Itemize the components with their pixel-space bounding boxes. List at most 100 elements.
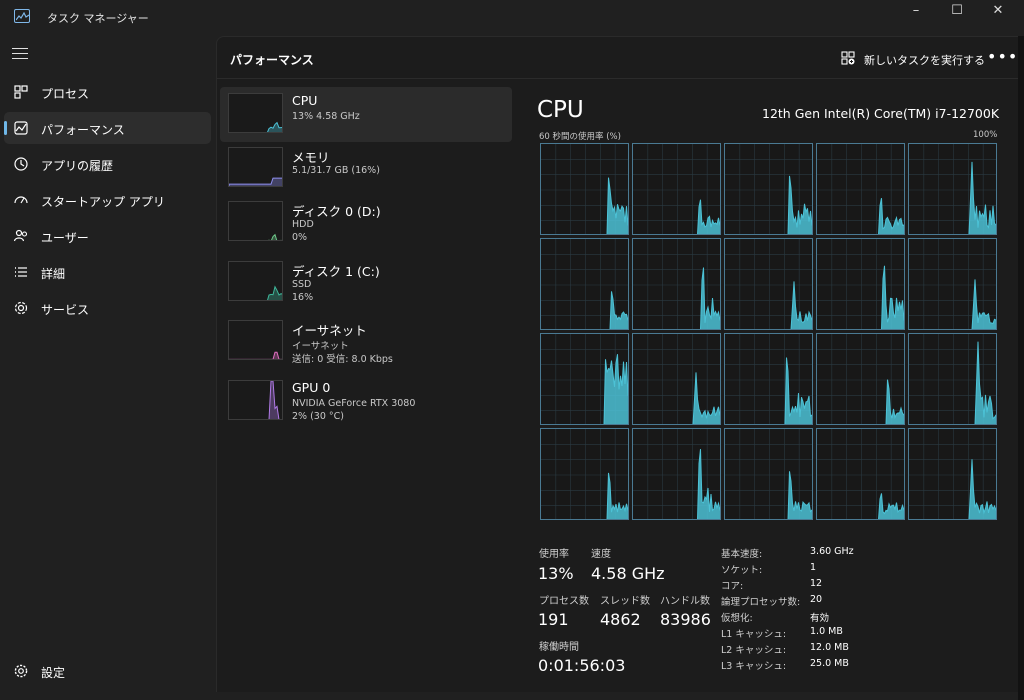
logical-processor-graph xyxy=(632,143,721,235)
usage-trace xyxy=(268,233,282,240)
sidebar-item-label: 詳細 xyxy=(41,267,66,281)
more-options-button[interactable]: ••• xyxy=(987,47,1018,66)
core-usage-graph xyxy=(909,429,996,519)
title-bar: タスク マネージャー – ☐ ✕ xyxy=(0,0,1024,36)
core-usage-graph xyxy=(633,239,720,329)
services-icon xyxy=(14,301,28,315)
usage-value: 13% xyxy=(538,564,574,583)
resource-name: ディスク 1 (C:) xyxy=(292,264,380,279)
usage-trace xyxy=(268,381,280,419)
sidebar-item-label: ユーザー xyxy=(41,231,89,245)
settings-label: 設定 xyxy=(41,666,66,680)
disk0-mini-graph xyxy=(268,233,282,240)
usage-trace xyxy=(784,357,812,424)
logical-processor-graph xyxy=(724,428,813,520)
sidebar-item-services[interactable]: サービス xyxy=(4,292,211,324)
app-history-icon xyxy=(14,157,28,171)
resource-item-cpu[interactable]: CPU 13% 4.58 GHz xyxy=(220,87,512,142)
sidebar-item-label: スタートアップ アプリ xyxy=(41,195,165,209)
logical-processor-graph xyxy=(724,238,813,330)
resource-item-memory[interactable]: メモリ 5.1/31.7 GB (16%) xyxy=(220,141,512,196)
resource-thumbnail-graph xyxy=(228,380,283,420)
main-header: パフォーマンス 新しいタスクを実行する ••• xyxy=(217,37,1019,79)
core-usage-graph xyxy=(817,239,904,329)
sidebar-item-startup-apps[interactable]: スタートアップ アプリ xyxy=(4,184,211,216)
core-usage-graph xyxy=(725,334,812,424)
sidebar-item-settings[interactable]: 設定 xyxy=(4,655,220,687)
usage-trace xyxy=(971,279,996,329)
resource-name: CPU xyxy=(292,93,318,108)
close-button[interactable]: ✕ xyxy=(976,0,1020,32)
cpu-model-name: 12th Gen Intel(R) Core(TM) i7-12700K xyxy=(762,106,1000,121)
core-usage-graph xyxy=(817,429,904,519)
sidebar-item-details[interactable]: 詳細 xyxy=(4,256,211,288)
spec-value-l2-cache: 12.0 MB xyxy=(810,642,849,653)
logical-processor-graph xyxy=(816,143,905,235)
resource-item-gpu0[interactable]: GPU 0 NVIDIA GeForce RTX 3080 2% (30 °C) xyxy=(220,374,512,429)
logical-processor-graph xyxy=(908,333,997,425)
resource-usage: 2% (30 °C) xyxy=(292,411,344,422)
usage-trace xyxy=(697,199,720,234)
sidebar-item-users[interactable]: ユーザー xyxy=(4,220,211,252)
usage-trace xyxy=(267,121,282,132)
core-usage-graph xyxy=(909,144,996,234)
usage-trace xyxy=(974,341,996,424)
logical-processor-graph xyxy=(632,333,721,425)
usage-trace xyxy=(229,351,282,359)
processes-icon xyxy=(14,85,28,99)
hamburger-menu-icon[interactable] xyxy=(12,48,28,64)
detail-title: CPU xyxy=(537,97,584,123)
resource-name: メモリ xyxy=(292,150,330,165)
sidebar-item-performance[interactable]: パフォーマンス xyxy=(4,112,211,144)
resource-thumbnail-graph xyxy=(228,201,283,241)
sidebar: プロセス パフォーマンス アプリの履歴 スタートアップ アプリ ユーザー 詳細 … xyxy=(0,36,216,700)
logical-processor-graph xyxy=(632,238,721,330)
run-task-label: 新しいタスクを実行する xyxy=(864,54,985,67)
core-usage-graph xyxy=(909,334,996,424)
sidebar-item-processes[interactable]: プロセス xyxy=(4,76,211,108)
speed-value: 4.58 GHz xyxy=(591,564,665,583)
startup-icon xyxy=(14,196,28,204)
usage-trace xyxy=(609,291,628,329)
ethernet-mini-graph xyxy=(229,351,282,359)
core-usage-graph xyxy=(633,334,720,424)
sidebar-item-label: プロセス xyxy=(41,87,90,101)
task-manager-app-icon xyxy=(14,9,30,23)
logical-processor-graph xyxy=(816,333,905,425)
main-panel: パフォーマンス 新しいタスクを実行する ••• CPU 13% 4.58 GHz… xyxy=(216,36,1019,692)
resource-item-ethernet[interactable]: イーサネット イーサネット 送信: 0 受信: 8.0 Kbps xyxy=(220,314,512,369)
logical-processor-graph xyxy=(724,143,813,235)
spec-value-logical-processors: 20 xyxy=(810,594,823,605)
resource-usage: 0% xyxy=(292,232,308,243)
spec-value-cores: 12 xyxy=(810,578,823,589)
uptime-value: 0:01:56:03 xyxy=(538,656,626,675)
core-usage-graph xyxy=(633,429,720,519)
logical-processor-graph-grid xyxy=(540,143,998,523)
page-title: パフォーマンス xyxy=(230,53,314,67)
resource-thumbnail-graph xyxy=(228,93,283,133)
spec-label-base-speed: 基本速度: xyxy=(721,549,763,560)
minimize-button[interactable]: – xyxy=(894,0,938,32)
gpu-mini-graph xyxy=(268,381,280,419)
spec-label-logical-processors: 論理プロセッサ数: xyxy=(721,597,801,608)
resource-item-disk1[interactable]: ディスク 1 (C:) SSD 16% xyxy=(220,255,512,310)
processes-label: プロセス数 xyxy=(539,596,589,607)
core-usage-graph xyxy=(541,429,628,519)
usage-trace xyxy=(787,471,812,519)
logical-processor-graph xyxy=(816,238,905,330)
core-usage-graph xyxy=(909,239,996,329)
spec-label-sockets: ソケット: xyxy=(721,565,763,576)
usage-trace xyxy=(790,281,812,329)
maximize-button[interactable]: ☐ xyxy=(935,0,979,32)
resource-item-disk0[interactable]: ディスク 0 (D:) HDD 0% xyxy=(220,195,512,250)
core-usage-graph xyxy=(817,144,904,234)
resource-type: HDD xyxy=(292,219,314,230)
sidebar-item-label: パフォーマンス xyxy=(41,123,125,137)
sidebar-item-label: アプリの履歴 xyxy=(41,159,114,173)
usage-trace xyxy=(606,177,628,234)
resource-name: GPU 0 xyxy=(292,380,331,395)
sidebar-item-app-history[interactable]: アプリの履歴 xyxy=(4,148,211,180)
cpu-mini-graph xyxy=(267,121,282,132)
usage-trace xyxy=(968,459,996,519)
logical-processor-graph xyxy=(540,428,629,520)
